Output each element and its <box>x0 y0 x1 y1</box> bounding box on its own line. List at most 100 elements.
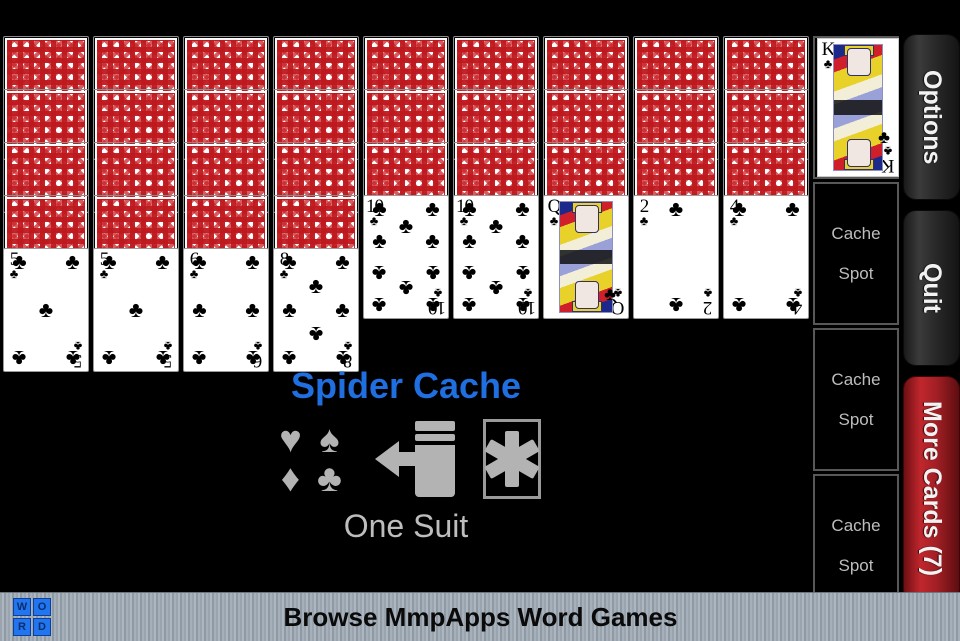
card-pip: ♣ <box>398 276 414 302</box>
card-5-clubs[interactable]: 5 ♣ 5 ♣ ♣ ♣ ♣ ♣ ♣ <box>3 248 89 372</box>
card-pip: ♣ <box>515 261 530 287</box>
card-pip: ♣ <box>372 227 387 253</box>
card-pip: ♣ <box>245 249 260 275</box>
card-pip: ♣ <box>462 292 477 318</box>
card-pip-group: ♣ ♣ ♣ ♣ <box>732 198 800 318</box>
card-pip: ♣ <box>308 272 324 298</box>
card-face: 5 ♣ 5 ♣ ♣ ♣ ♣ ♣ ♣ <box>94 249 178 371</box>
card-pip: ♣ <box>128 297 144 322</box>
card-pip: ♣ <box>102 249 117 275</box>
card-10-clubs[interactable]: 10 ♣ 10 ♣ ♣ ♣ ♣ ♣ ♣ ♣ ♣ ♣ ♣ ♣ <box>453 195 539 319</box>
card-pip: ♣ <box>878 127 890 147</box>
card-face: K ♣ K ♣ ♣ <box>818 39 898 176</box>
card-pip: ♣ <box>372 261 387 287</box>
more-cards-button[interactable]: More Cards (7) <box>903 376 960 602</box>
heart-icon: ♥ <box>279 418 302 461</box>
card-face: 2 ♣ 2 ♣ ♣ ♣ <box>634 196 718 318</box>
card-pip: ♣ <box>425 227 440 253</box>
card-face: 10 ♣ 10 ♣ ♣ ♣ ♣ ♣ ♣ ♣ ♣ ♣ ♣ ♣ <box>454 196 538 318</box>
logo-row: ♥ ♠ ♦ ♣ <box>0 418 812 500</box>
card-pip: ♣ <box>398 212 414 238</box>
card-pip-group: ♣ ♣ ♣ ♣ ♣ ♣ ♣ ♣ ♣ ♣ <box>372 198 440 318</box>
wild-card-asterisk-icon <box>483 419 541 499</box>
card-pip: ♣ <box>732 196 747 222</box>
tableau: 5 ♣ 5 ♣ ♣ ♣ ♣ ♣ ♣ 5 ♣ 5 ♣ ♣ ♣ ♣ ♣ ♣ 6 ♣ 6 ♣ ♣ ♣ ♣ ♣ ♣ ♣ 8 ♣ 8 ♣ ♣ ♣ ♣ ♣ ♣ ♣ ♣ ♣… <box>0 36 812 372</box>
options-button-label: Options <box>918 69 946 165</box>
court-card-art <box>833 44 883 171</box>
card-pip: ♣ <box>785 196 800 222</box>
card-pip: ♣ <box>732 292 747 318</box>
cache-spot-label: Cache Spot <box>831 223 881 283</box>
card-face: 4 ♣ 4 ♣ ♣ ♣ ♣ ♣ <box>724 196 808 318</box>
game-subtitle: One Suit <box>343 508 469 544</box>
options-button[interactable]: Options <box>903 34 960 200</box>
ad-banner-text: Browse MmpApps Word Games <box>283 601 678 632</box>
card-6-clubs[interactable]: 6 ♣ 6 ♣ ♣ ♣ ♣ ♣ ♣ ♣ <box>183 248 269 372</box>
card-pip: ♣ <box>372 196 387 222</box>
card-pip: ♣ <box>308 322 324 348</box>
ad-banner[interactable]: W O R D Browse MmpApps Word Games <box>0 592 960 641</box>
foundation-pile[interactable]: K ♣ K ♣ ♣ <box>813 36 899 179</box>
card-pip-group: ♣ ♣ ♣ ♣ ♣ ♣ ♣ ♣ <box>282 251 350 371</box>
card-pip: ♣ <box>335 297 350 322</box>
logo-tile-d: D <box>33 618 51 636</box>
card-pip: ♣ <box>245 297 260 322</box>
cache-spot-label: Cache Spot <box>831 515 881 575</box>
logo-tile-r: R <box>13 618 31 636</box>
card-pip: ♣ <box>604 284 616 304</box>
card-pip: ♣ <box>488 276 504 302</box>
card-pip: ♣ <box>65 249 80 275</box>
card-pip: ♣ <box>785 292 800 318</box>
card-pip: ♣ <box>462 196 477 222</box>
cache-spot-2[interactable]: Cache Spot <box>813 328 899 471</box>
card-face: 5 ♣ 5 ♣ ♣ ♣ ♣ ♣ ♣ <box>4 249 88 371</box>
card-pip: ♣ <box>668 196 684 222</box>
card-pip: ♣ <box>515 227 530 253</box>
card-10-clubs[interactable]: 10 ♣ 10 ♣ ♣ ♣ ♣ ♣ ♣ ♣ ♣ ♣ ♣ ♣ <box>363 195 449 319</box>
card-face: 10 ♣ 10 ♣ ♣ ♣ ♣ ♣ ♣ ♣ ♣ ♣ ♣ ♣ <box>364 196 448 318</box>
card-pip: ♣ <box>12 249 27 275</box>
card-pip: ♣ <box>515 292 530 318</box>
logo-tile-w: W <box>13 598 31 616</box>
card-pip: ♣ <box>425 196 440 222</box>
game-screen: 5 ♣ 5 ♣ ♣ ♣ ♣ ♣ ♣ 5 ♣ 5 ♣ ♣ ♣ ♣ ♣ ♣ 6 ♣ 6 ♣ ♣ ♣ ♣ ♣ ♣ ♣ 8 ♣ 8 ♣ ♣ ♣ ♣ ♣ ♣ ♣ ♣ ♣… <box>0 0 960 641</box>
card-8-clubs[interactable]: 8 ♣ 8 ♣ ♣ ♣ ♣ ♣ ♣ ♣ ♣ ♣ <box>273 248 359 372</box>
card-face: 6 ♣ 6 ♣ ♣ ♣ ♣ ♣ ♣ ♣ <box>184 249 268 371</box>
deal-arrow-icon <box>375 421 455 497</box>
card-pip: ♣ <box>372 292 387 318</box>
card-pip: ♣ <box>192 249 207 275</box>
card-pip: ♣ <box>38 297 54 322</box>
more-cards-button-label: More Cards (7) <box>918 401 946 577</box>
card-4-clubs[interactable]: 4 ♣ 4 ♣ ♣ ♣ ♣ ♣ <box>723 195 809 319</box>
card-5-clubs[interactable]: 5 ♣ 5 ♣ ♣ ♣ ♣ ♣ ♣ <box>93 248 179 372</box>
card-pip: ♣ <box>155 249 170 275</box>
quit-button-label: Quit <box>918 263 946 313</box>
cache-spot-1[interactable]: Cache Spot <box>813 182 899 325</box>
card-pip-group: ♣ ♣ <box>642 196 710 318</box>
card-pip: ♣ <box>425 292 440 318</box>
card-pip: ♣ <box>425 261 440 287</box>
card-pip: ♣ <box>515 196 530 222</box>
card-Q-clubs[interactable]: Q ♣ Q ♣ ♣ <box>543 195 629 319</box>
club-icon: ♣ <box>317 457 342 500</box>
card-pip-group: ♣ ♣ ♣ ♣ ♣ <box>12 251 80 371</box>
card-face: Q ♣ Q ♣ ♣ <box>544 196 628 318</box>
card-pip: ♣ <box>282 249 297 275</box>
game-title: Spider Cache <box>290 365 522 406</box>
branding-area: Spider Cache ♥ ♠ ♦ ♣ One Suit <box>0 360 812 575</box>
card-pip: ♣ <box>668 292 684 318</box>
card-pip: ♣ <box>488 212 504 238</box>
card-face: 8 ♣ 8 ♣ ♣ ♣ ♣ ♣ ♣ ♣ ♣ ♣ <box>274 249 358 371</box>
card-2-clubs[interactable]: 2 ♣ 2 ♣ ♣ ♣ <box>633 195 719 319</box>
diamond-icon: ♦ <box>280 457 301 500</box>
card-pip: ♣ <box>462 261 477 287</box>
spade-icon: ♠ <box>319 418 340 461</box>
card-pip: ♣ <box>462 227 477 253</box>
logo-tile-o: O <box>33 598 51 616</box>
card-pip: ♣ <box>192 297 207 322</box>
four-suits-icon: ♥ ♠ ♦ ♣ <box>271 420 349 498</box>
foundation-card-king-clubs[interactable]: K ♣ K ♣ ♣ <box>817 38 899 177</box>
card-pip-group: ♣ ♣ ♣ ♣ ♣ ♣ ♣ ♣ ♣ ♣ <box>462 198 530 318</box>
quit-button[interactable]: Quit <box>903 210 960 366</box>
card-pip-group: ♣ ♣ ♣ ♣ ♣ <box>102 251 170 371</box>
